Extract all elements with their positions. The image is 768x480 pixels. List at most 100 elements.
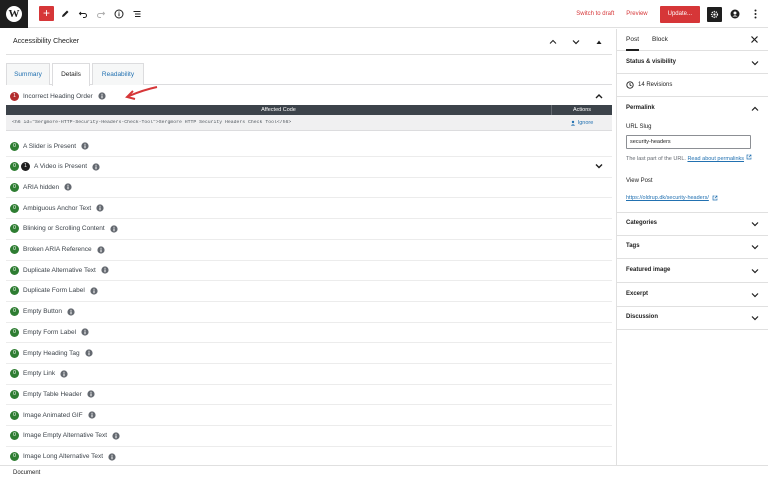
pass-count-badge: 0 (10, 224, 19, 234)
tab-post[interactable]: Post (626, 29, 640, 51)
undo-button[interactable] (76, 7, 90, 21)
info-icon[interactable] (88, 411, 96, 419)
info-icon[interactable] (81, 142, 89, 150)
preview-button[interactable]: Preview (626, 11, 647, 17)
check-item-incorrect-heading-order[interactable]: 1 Incorrect Heading Order (10, 89, 106, 103)
move-down-button[interactable] (569, 35, 583, 49)
check-item-label: Image Animated GIF (23, 411, 83, 419)
info-icon[interactable] (87, 390, 95, 398)
pass-count-badge: 0 (10, 369, 19, 379)
add-block-button[interactable]: + (39, 6, 54, 21)
expand-item-button[interactable] (594, 161, 604, 171)
tags-title: Tags (626, 243, 640, 249)
tab-block[interactable]: Block (652, 29, 668, 51)
settings-button[interactable] (707, 6, 722, 22)
check-item[interactable]: 0 Blinking or Scrolling Content (10, 222, 118, 236)
external-link-icon (746, 154, 751, 160)
chevron-down-icon (751, 245, 759, 250)
check-item-label: Incorrect Heading Order (23, 92, 93, 100)
block-breadcrumb-bar: Document (0, 465, 768, 480)
info-icon[interactable] (112, 432, 120, 440)
excerpt-section[interactable]: Excerpt (617, 283, 768, 307)
featured-image-section[interactable]: Featured image (617, 259, 768, 283)
check-item[interactable]: 0 Image Empty Alternative Text (10, 429, 120, 443)
info-icon[interactable] (110, 225, 118, 233)
edit-tool-button[interactable] (58, 7, 72, 21)
check-item[interactable]: 0 A Slider is Present (10, 139, 89, 153)
check-item[interactable]: 0 Broken ARIA Reference (10, 243, 105, 257)
info-icon[interactable] (64, 183, 72, 191)
check-item[interactable]: 0 Empty Link (10, 367, 68, 381)
url-slug-input[interactable] (626, 135, 751, 149)
close-icon[interactable] (750, 35, 759, 44)
accessibility-checker-panel: Accessibility Checker Summary Details Re… (0, 29, 615, 465)
update-button[interactable]: Update... (659, 5, 700, 23)
check-item-label: Empty Button (23, 308, 63, 316)
check-item-label: Empty Table Header (23, 390, 82, 398)
list-view-button[interactable] (130, 7, 144, 21)
info-icon[interactable] (67, 307, 75, 316)
check-item-label: Image Long Alternative Text (23, 453, 104, 460)
gear-icon (710, 10, 719, 18)
redo-icon (97, 11, 106, 18)
discussion-title: Discussion (626, 314, 659, 320)
panel-title: Accessibility Checker (13, 38, 80, 45)
wordpress-logo-button[interactable]: W (0, 0, 28, 28)
info-icon[interactable] (101, 266, 109, 274)
status-visibility-section[interactable]: Status & visibility (617, 51, 768, 74)
info-icon[interactable] (92, 163, 100, 171)
tab-summary[interactable]: Summary (6, 63, 50, 85)
categories-section[interactable]: Categories (617, 213, 768, 236)
check-item[interactable]: 0 Empty Table Header (10, 387, 95, 401)
pass-count-badge: 0 (10, 141, 19, 151)
redo-button[interactable] (94, 7, 108, 21)
check-item[interactable]: 0 Duplicate Alternative Text (10, 263, 109, 277)
info-icon[interactable] (97, 245, 105, 254)
excerpt-title: Excerpt (626, 291, 649, 297)
plugin-button[interactable] (728, 7, 742, 21)
discussion-section[interactable]: Discussion (617, 307, 768, 330)
breadcrumb-document[interactable]: Document (13, 470, 40, 476)
switch-to-draft-button[interactable]: Switch to draft (576, 11, 614, 17)
info-circle-icon (114, 9, 124, 18)
info-icon[interactable] (96, 204, 104, 212)
info-icon[interactable] (98, 92, 106, 100)
sidebar-tabs: Post Block (617, 29, 768, 51)
check-item[interactable]: 0 Ambiguous Anchor Text (10, 201, 104, 215)
info-icon[interactable] (90, 287, 98, 295)
info-icon[interactable] (108, 452, 116, 461)
collapse-panel-button[interactable] (592, 35, 606, 49)
info-icon[interactable] (85, 349, 93, 357)
tab-readability[interactable]: Readability (92, 63, 144, 85)
view-post-link[interactable]: https://oldrup.dk/security-headers/ (626, 195, 718, 201)
settings-sidebar: Post Block Status & visibility 14 Revisi… (616, 29, 768, 465)
tags-section[interactable]: Tags (617, 236, 768, 259)
check-item[interactable]: 01 A Video is Present (10, 160, 100, 174)
check-item[interactable]: 0 Empty Button (10, 305, 75, 319)
check-item-label: ARIA hidden (23, 183, 60, 191)
pass-count-badge: 0 (10, 203, 19, 213)
check-item[interactable]: 0 Image Animated GIF (10, 408, 96, 422)
check-item-label: Duplicate Form Label (23, 287, 85, 295)
tab-details[interactable]: Details (52, 63, 90, 86)
collapse-item-button[interactable] (594, 91, 604, 101)
info-icon[interactable] (81, 328, 89, 336)
read-about-permalinks-link[interactable]: Read about permalinks (687, 156, 744, 162)
check-item[interactable]: 0 Duplicate Form Label (10, 284, 98, 298)
check-item[interactable]: 0 Image Long Alternative Text (10, 450, 116, 464)
more-options-button[interactable] (750, 7, 760, 21)
revisions-section[interactable]: 14 Revisions (617, 74, 768, 97)
list-view-icon (133, 10, 141, 17)
item-divider (6, 404, 612, 406)
chevron-up-icon[interactable] (751, 105, 759, 113)
check-item[interactable]: 0 Empty Form Label (10, 325, 89, 339)
triangle-up-icon (596, 40, 602, 44)
ignore-button[interactable]: Ignore (551, 120, 612, 126)
move-up-button[interactable] (546, 35, 560, 49)
check-item[interactable]: 0 Empty Heading Tag (10, 346, 93, 360)
warning-count-badge: 1 (21, 162, 30, 172)
revisions-link[interactable]: 14 Revisions (626, 81, 672, 89)
info-icon[interactable] (60, 370, 68, 378)
check-item[interactable]: 0 ARIA hidden (10, 180, 72, 194)
details-button[interactable] (112, 7, 126, 21)
